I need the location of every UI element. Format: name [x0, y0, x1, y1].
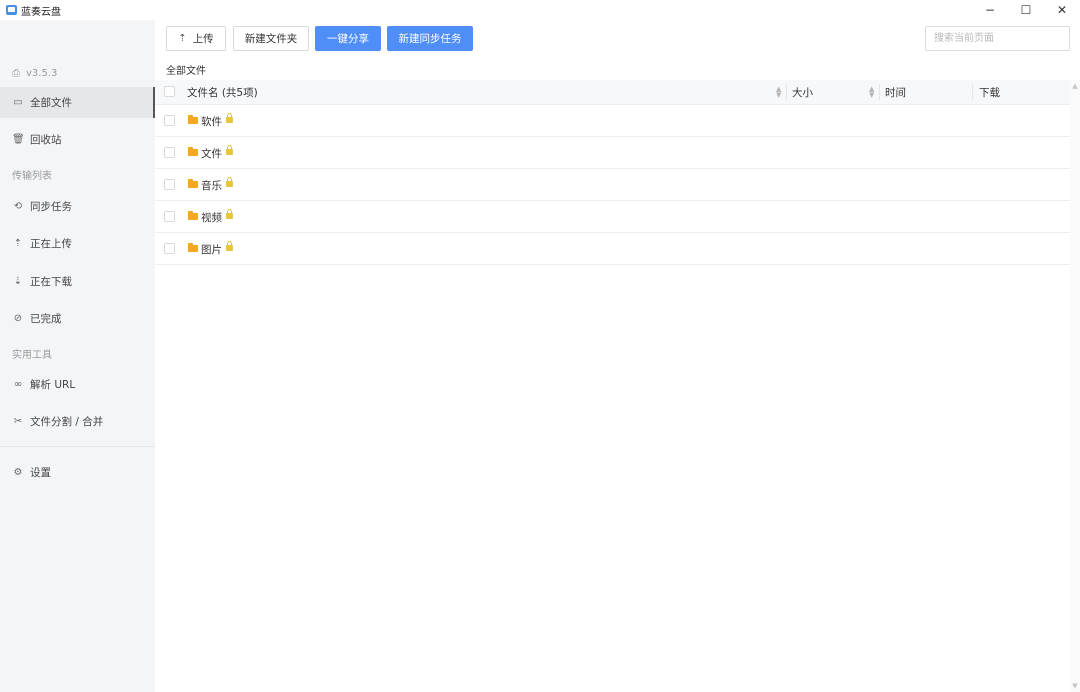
upload-button[interactable]: ⇡ 上传 — [166, 26, 226, 51]
table-row[interactable]: 音乐 — [155, 169, 1070, 201]
sidebar-item-completed[interactable]: ⊘ 已完成 — [0, 303, 155, 334]
file-table: 文件名 (共5项) ▲ ▼ 大小 ▲ ▼ 时间 下载 软件 文件 音乐 视频 图… — [155, 80, 1070, 265]
printer-icon: ⎙ — [12, 67, 20, 79]
version-info: ⎙ v3.5.3 — [12, 65, 57, 81]
header-download: 下载 — [979, 86, 1000, 99]
search-input[interactable] — [925, 26, 1070, 51]
header-size[interactable]: 大小 — [792, 80, 813, 104]
new-sync-task-button[interactable]: 新建同步任务 — [387, 26, 473, 51]
sidebar-item-parse-url[interactable]: ∞ 解析 URL — [0, 369, 155, 400]
window-title: 蓝奏云盘 — [21, 6, 61, 18]
cloud-download-icon: ⇣ — [13, 276, 23, 287]
file-name[interactable]: 文件 — [201, 146, 222, 161]
section-transfer: 传输列表 — [12, 171, 52, 182]
vertical-scrollbar[interactable]: ▲ ▼ — [1070, 80, 1080, 692]
file-name[interactable]: 软件 — [201, 114, 222, 129]
sidebar-item-label: 同步任务 — [30, 201, 72, 213]
sort-size-icon[interactable]: ▲ ▼ — [869, 86, 874, 99]
lock-icon — [226, 145, 233, 155]
version-label: v3.5.3 — [26, 67, 58, 79]
sidebar-item-downloading[interactable]: ⇣ 正在下载 — [0, 266, 155, 297]
file-name[interactable]: 音乐 — [201, 178, 222, 193]
sidebar-item-label: 设置 — [30, 467, 51, 479]
table-row[interactable]: 软件 — [155, 105, 1070, 137]
file-name[interactable]: 图片 — [201, 242, 222, 257]
main-content: ⇡ 上传 新建文件夹 一键分享 新建同步任务 全部文件 文件名 (共5项) ▲▼… — [155, 20, 1080, 692]
sidebar-item-label: 文件分割 / 合并 — [30, 416, 104, 428]
column-divider — [972, 84, 973, 100]
row-checkbox[interactable] — [164, 243, 175, 254]
folder-open-icon: ▭ — [13, 97, 23, 108]
column-divider — [786, 84, 787, 100]
lock-icon — [226, 241, 233, 251]
sidebar-item-label: 已完成 — [30, 313, 62, 325]
sidebar-item-settings[interactable]: ⚙ 设置 — [0, 457, 155, 488]
minimize-button[interactable]: − — [972, 0, 1008, 20]
table-row[interactable]: 图片 — [155, 233, 1070, 265]
sidebar-item-sync-tasks[interactable]: ⟲ 同步任务 — [0, 191, 155, 222]
trash-icon: 🗑 — [12, 134, 25, 145]
folder-icon — [188, 243, 198, 252]
sort-name-icon[interactable]: ▲ ▼ — [776, 86, 781, 99]
gear-icon: ⚙ — [13, 467, 23, 478]
sidebar-item-label: 全部文件 — [30, 97, 72, 109]
table-row[interactable]: 视频 — [155, 201, 1070, 233]
sidebar-divider — [0, 446, 155, 447]
folder-icon — [188, 147, 198, 156]
folder-icon — [188, 115, 198, 124]
scroll-up-icon[interactable]: ▲ — [1070, 82, 1080, 90]
sidebar-item-split-merge[interactable]: ✂ 文件分割 / 合并 — [0, 406, 155, 437]
row-checkbox[interactable] — [164, 115, 175, 126]
sidebar-item-uploading[interactable]: ⇡ 正在上传 — [0, 228, 155, 259]
link-icon: ∞ — [13, 379, 23, 390]
lock-icon — [226, 209, 233, 219]
table-row[interactable]: 文件 — [155, 137, 1070, 169]
header-time[interactable]: 时间 — [885, 80, 906, 104]
lock-icon — [226, 113, 233, 123]
sidebar-item-label: 回收站 — [30, 134, 62, 146]
sidebar-item-label: 正在下载 — [30, 276, 72, 288]
folder-icon — [188, 179, 198, 188]
sidebar-item-label: 解析 URL — [30, 379, 76, 391]
check-circle-icon: ⊘ — [13, 313, 23, 324]
sidebar-item-label: 正在上传 — [30, 238, 72, 250]
maximize-button[interactable]: ☐ — [1008, 0, 1044, 20]
sync-icon: ⟲ — [13, 201, 23, 212]
row-checkbox[interactable] — [164, 147, 175, 158]
new-folder-button[interactable]: 新建文件夹 — [233, 26, 309, 51]
close-button[interactable]: ✕ — [1044, 0, 1080, 20]
lock-icon — [226, 177, 233, 187]
section-tools: 实用工具 — [12, 350, 52, 361]
breadcrumb: 全部文件 — [166, 66, 206, 77]
folder-icon — [188, 211, 198, 220]
scroll-down-icon[interactable]: ▼ — [1070, 682, 1080, 690]
table-header: 文件名 (共5项) ▲ ▼ 大小 ▲ ▼ 时间 下载 — [155, 80, 1070, 105]
cloud-upload-icon: ⇡ — [178, 33, 187, 44]
app-logo-icon — [6, 5, 17, 15]
sidebar: ⎙ v3.5.3 ▭ 全部文件 🗑 回收站 传输列表 ⟲ 同步任务 ⇡ 正在上传… — [0, 20, 155, 692]
row-checkbox[interactable] — [164, 179, 175, 190]
window-controls: − ☐ ✕ — [972, 0, 1080, 20]
column-divider — [879, 84, 880, 100]
file-name[interactable]: 视频 — [201, 210, 222, 225]
sidebar-item-all-files[interactable]: ▭ 全部文件 — [0, 87, 155, 118]
scissors-icon: ✂ — [13, 416, 23, 427]
row-checkbox[interactable] — [164, 211, 175, 222]
share-button[interactable]: 一键分享 — [315, 26, 381, 51]
title-bar: 蓝奏云盘 − ☐ ✕ — [0, 0, 1080, 20]
sidebar-item-recycle-bin[interactable]: 🗑 回收站 — [0, 124, 155, 155]
upload-label: 上传 — [192, 33, 214, 45]
select-all-checkbox[interactable] — [164, 86, 175, 97]
cloud-upload-icon: ⇡ — [13, 238, 23, 249]
header-name[interactable]: 文件名 (共5项) — [187, 80, 258, 104]
